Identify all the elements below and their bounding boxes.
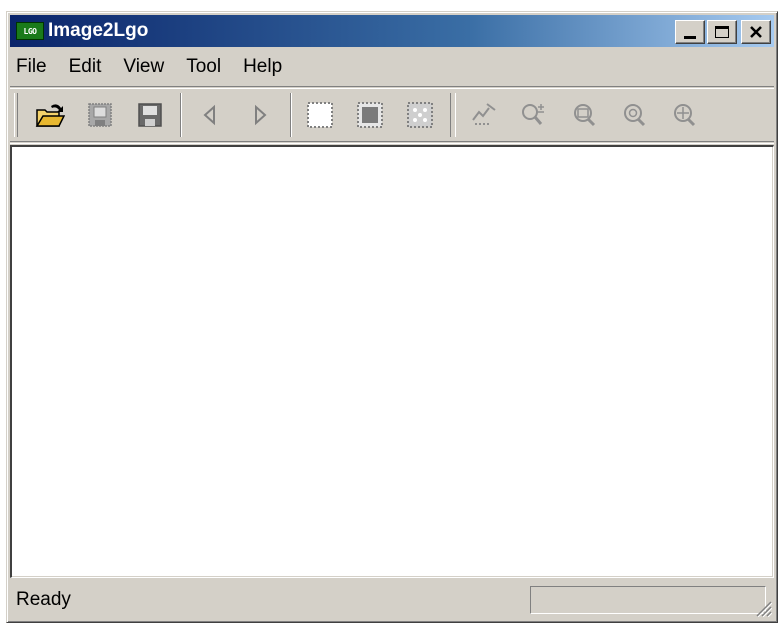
app-window: LGO Image2Lgo File Edit View Tool Help R… (6, 11, 778, 623)
zoom-pan-icon (674, 104, 696, 127)
toolbar (10, 86, 774, 144)
minimize-icon (684, 35, 696, 39)
minimize-button[interactable] (675, 20, 705, 44)
toolbar-separator (290, 93, 292, 137)
resize-grip-icon[interactable] (754, 599, 772, 617)
close-icon (750, 26, 762, 38)
draw-tool-icon (472, 103, 496, 125)
select-rect-button[interactable] (300, 95, 340, 135)
title-buttons (673, 20, 771, 44)
zoom-fit-icon (574, 104, 596, 127)
save-button[interactable] (130, 95, 170, 135)
app-logo-icon[interactable]: LGO (16, 22, 44, 40)
open-button[interactable] (30, 95, 70, 135)
open-folder-icon (35, 104, 65, 127)
save-as-button[interactable] (80, 95, 120, 135)
previous-button[interactable] (190, 95, 230, 135)
next-button[interactable] (240, 95, 280, 135)
status-bar: Ready (10, 581, 774, 619)
canvas-area[interactable] (10, 145, 774, 578)
title-bar[interactable]: LGO Image2Lgo (10, 15, 774, 47)
previous-icon (203, 104, 215, 126)
menu-view[interactable]: View (117, 56, 174, 78)
fill-rect-icon (357, 102, 383, 128)
select-dots-icon (407, 102, 433, 128)
menu-file[interactable]: File (10, 56, 57, 78)
zoom-fit-button[interactable] (564, 95, 604, 135)
next-icon (255, 104, 267, 126)
save-disabled-icon (88, 103, 112, 127)
toolbar-grip[interactable] (14, 93, 18, 137)
maximize-icon (715, 26, 729, 38)
zoom-in-out-icon (522, 104, 544, 125)
zoom-actual-button[interactable] (614, 95, 654, 135)
maximize-button[interactable] (707, 20, 737, 44)
close-button[interactable] (741, 20, 771, 44)
menu-edit[interactable]: Edit (63, 56, 112, 78)
fill-rect-button[interactable] (350, 95, 390, 135)
zoom-in-out-button[interactable] (514, 95, 554, 135)
save-icon (138, 103, 162, 127)
toolbar-separator (450, 93, 456, 137)
zoom-pan-button[interactable] (664, 95, 704, 135)
select-dots-button[interactable] (400, 95, 440, 135)
zoom-actual-icon (624, 104, 646, 127)
menu-help[interactable]: Help (237, 56, 292, 78)
toolbar-separator (180, 93, 182, 137)
menu-tool[interactable]: Tool (180, 56, 231, 78)
status-panel (530, 586, 766, 614)
status-text: Ready (16, 589, 71, 610)
menu-bar: File Edit View Tool Help (10, 50, 774, 84)
select-rect-icon (307, 102, 333, 128)
draw-tool-button[interactable] (464, 95, 504, 135)
window-title: Image2Lgo (48, 20, 149, 41)
